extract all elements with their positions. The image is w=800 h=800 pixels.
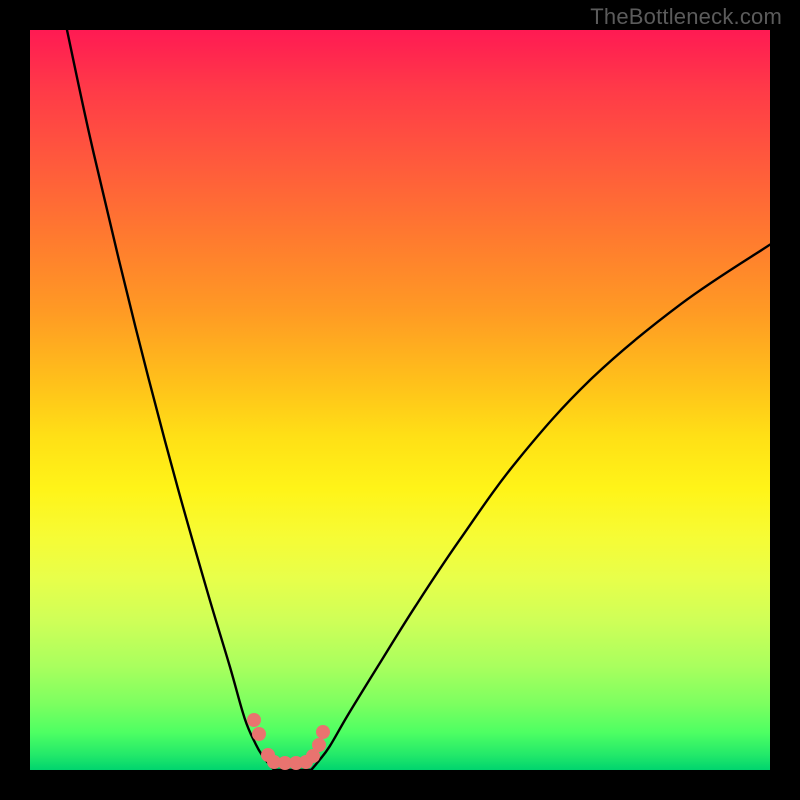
data-marker: [312, 738, 326, 752]
curve-layer: [30, 30, 770, 770]
data-marker: [247, 713, 261, 727]
series-left-branch: [67, 30, 274, 770]
series-right-branch: [311, 245, 770, 770]
data-marker: [252, 727, 266, 741]
chart-frame: TheBottleneck.com: [0, 0, 800, 800]
watermark-text: TheBottleneck.com: [590, 4, 782, 30]
data-marker: [316, 725, 330, 739]
plot-area: [30, 30, 770, 770]
